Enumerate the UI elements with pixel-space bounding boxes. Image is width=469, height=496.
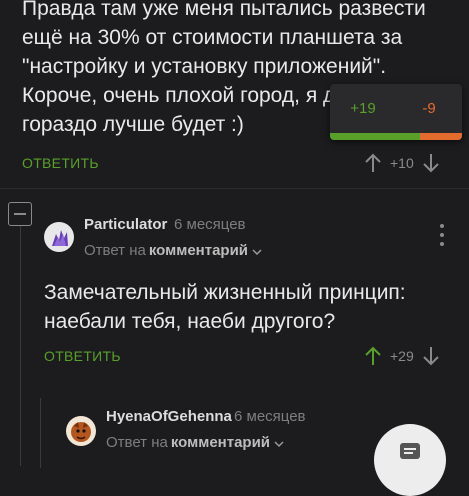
reply-to-link[interactable]: Ответ на комментарий bbox=[106, 434, 285, 451]
comment-author[interactable]: Particulator bbox=[84, 216, 167, 233]
arrow-up-icon[interactable] bbox=[362, 152, 384, 174]
reply-to-prefix: Ответ на bbox=[106, 434, 168, 451]
comment-body: Замечательный жизненный принцип: наебали… bbox=[44, 278, 437, 336]
rating-value: +10 bbox=[390, 155, 414, 171]
comment-line: "настройку и установку приложений". bbox=[22, 55, 387, 78]
avatar[interactable] bbox=[44, 222, 74, 252]
reply-button[interactable]: ОТВЕТИТЬ bbox=[44, 348, 121, 364]
reply-to-link[interactable]: Ответ на комментарий bbox=[84, 242, 263, 259]
avatar[interactable] bbox=[66, 416, 96, 446]
comment-timestamp: 6 месяцев bbox=[174, 216, 246, 233]
arrow-down-icon[interactable] bbox=[420, 345, 442, 367]
reply-button[interactable]: ОТВЕТИТЬ bbox=[22, 155, 99, 171]
rating-controls: +29 bbox=[362, 345, 442, 367]
upvotes-count: +19 bbox=[350, 99, 376, 117]
arrow-down-icon[interactable] bbox=[420, 152, 442, 174]
rating-value: +29 bbox=[390, 348, 414, 364]
comment-line: Правда там уже меня пытались развести bbox=[22, 0, 426, 20]
comment-line: наебали тебя, наеби другого? bbox=[44, 310, 336, 333]
comments-fab[interactable] bbox=[374, 424, 446, 496]
thread-line bbox=[20, 226, 21, 466]
reply-to-target: комментарий bbox=[148, 242, 249, 259]
reply-to-target: комментарий bbox=[170, 434, 271, 451]
more-vertical-icon[interactable] bbox=[439, 224, 445, 246]
chevron-down-icon bbox=[251, 245, 263, 257]
comment-line: ещё на 30% от стоимости планшета за bbox=[22, 26, 403, 49]
collapse-minus-icon[interactable] bbox=[8, 202, 32, 226]
downvotes-count: -9 bbox=[422, 99, 436, 117]
vote-breakdown-popup: +19 -9 bbox=[330, 84, 462, 140]
comment-timestamp: 6 месяцев bbox=[234, 408, 306, 425]
arrow-up-icon[interactable] bbox=[362, 345, 384, 367]
comment-line: Замечательный жизненный принцип: bbox=[44, 281, 406, 304]
comments-fab-icon bbox=[399, 442, 421, 469]
thread-divider bbox=[0, 188, 469, 189]
vote-ratio-bar bbox=[330, 133, 462, 140]
reply-to-prefix: Ответ на bbox=[84, 242, 146, 259]
chevron-down-icon bbox=[273, 437, 285, 449]
rating-controls: +10 bbox=[362, 152, 442, 174]
comment-author[interactable]: HyenaOfGehenna bbox=[106, 408, 232, 425]
downvote-ratio-fill bbox=[419, 133, 462, 140]
upvote-ratio-fill bbox=[330, 133, 420, 140]
thread-line bbox=[40, 398, 41, 468]
